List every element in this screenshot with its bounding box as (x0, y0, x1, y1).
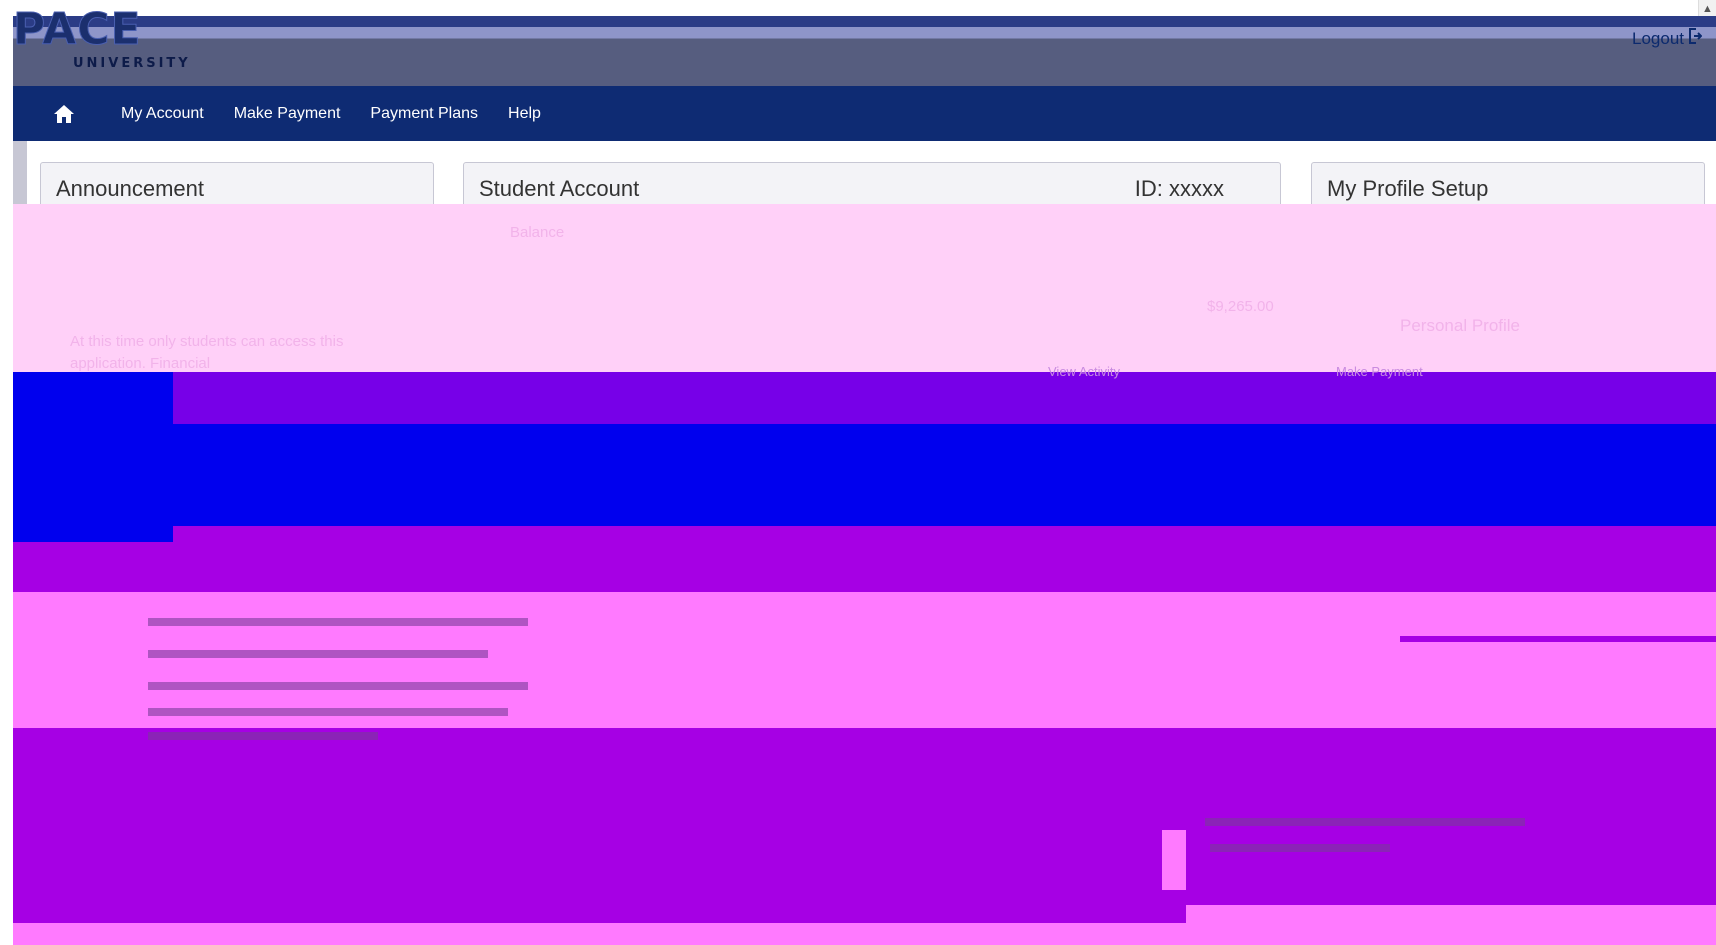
glitch-line-3 (148, 682, 528, 690)
glitch-block-left (13, 372, 173, 542)
glitch-line-1 (148, 618, 528, 626)
logout-label: Logout (1632, 28, 1684, 48)
announcement-text-line-2: application. Financial (70, 355, 211, 372)
logout-link[interactable]: Logout (1632, 28, 1703, 49)
glitch-band-violet (13, 372, 1716, 424)
main-navbar: My Account Make Payment Payment Plans He… (13, 86, 1716, 141)
glitch-band-pink-bottom (13, 923, 1716, 945)
personal-profile-link[interactable]: Personal Profile (1400, 316, 1520, 336)
glitch-line-6 (1205, 818, 1525, 826)
logo-wordmark: PACE (13, 4, 142, 55)
glitch-block-bottom (1186, 905, 1716, 923)
student-id: ID: xxxxx (1134, 176, 1224, 201)
logout-icon (1688, 28, 1703, 49)
header-banner (13, 16, 1716, 86)
profile-title: My Profile Setup (1327, 176, 1489, 201)
glitch-line-4 (148, 708, 508, 716)
logo-subtitle: UNIVERSITY (73, 56, 191, 71)
student-account-title: Student Account (479, 176, 640, 201)
glitch-block-right (1400, 600, 1716, 642)
glitch-band-purple (13, 526, 1716, 592)
glitch-line-7 (1210, 844, 1390, 852)
home-icon[interactable] (53, 104, 91, 124)
announcement-text-line-1: At this time only students can access th… (70, 333, 344, 350)
glitch-block-lower (1162, 830, 1186, 890)
glitch-line-5 (148, 732, 378, 740)
make-payment-button[interactable]: Make Payment (1336, 364, 1423, 379)
glitch-band-blue (13, 424, 1716, 526)
glitch-line-2 (148, 650, 488, 658)
nav-make-payment[interactable]: Make Payment (234, 105, 341, 123)
university-logo[interactable]: PACE UNIVERSITY (13, 4, 218, 84)
announcement-title: Announcement (56, 176, 204, 201)
amount-due: $9,265.00 (1207, 298, 1274, 315)
nav-payment-plans[interactable]: Payment Plans (370, 105, 478, 123)
balance-label: Balance (510, 224, 565, 241)
nav-help[interactable]: Help (508, 105, 541, 123)
nav-my-account[interactable]: My Account (121, 105, 204, 123)
view-activity-button[interactable]: View Activity (1048, 364, 1120, 379)
page-side-strip (13, 141, 27, 204)
